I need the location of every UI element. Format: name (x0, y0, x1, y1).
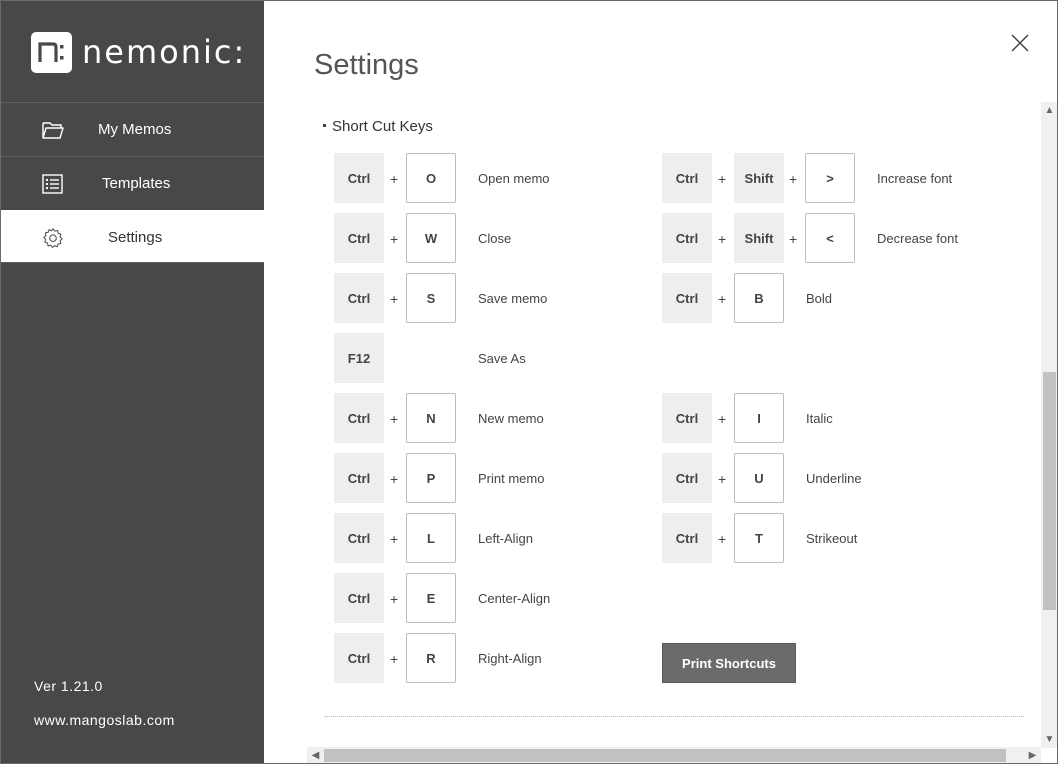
key-t: T (734, 513, 784, 563)
dotted-divider (324, 716, 1024, 717)
plus-sign: + (390, 411, 399, 427)
website-link[interactable]: www.mangoslab.com (34, 712, 175, 728)
shortcut-desc-save-as: Save As (478, 351, 526, 366)
plus-sign: + (390, 531, 399, 547)
plus-sign: + (789, 231, 798, 247)
vertical-scrollbar[interactable]: ▲ ▼ (1041, 102, 1057, 748)
plus-sign: + (718, 531, 727, 547)
app-logo: nemonic: (31, 31, 246, 73)
shortcut-desc-center-align: Center-Align (478, 591, 551, 606)
key-u: U (734, 453, 784, 503)
bullet-dot (323, 123, 326, 127)
horizontal-scroll-thumb[interactable] (324, 749, 1006, 762)
key-n: N (406, 393, 456, 443)
key-l: L (406, 513, 456, 563)
plus-sign: + (390, 231, 399, 247)
sidebar-item-label: Templates (102, 175, 171, 192)
horizontal-scrollbar[interactable]: ◀ ▶ (307, 747, 1041, 763)
sidebar-item-templates[interactable]: Templates (1, 156, 264, 210)
shortcut-desc-save-memo: Save memo (478, 291, 548, 306)
section-title: Short Cut Keys (323, 118, 433, 135)
key-ctrl: Ctrl (334, 513, 384, 563)
plus-sign: + (718, 411, 727, 427)
key-ctrl: Ctrl (662, 213, 712, 263)
shortcut-desc-increase-font: Increase font (877, 171, 953, 186)
sidebar-nav: My Memos Templates Settings (1, 102, 264, 263)
sidebar-item-settings[interactable]: Settings (1, 210, 264, 263)
close-button[interactable] (1008, 31, 1032, 55)
plus-sign: + (718, 231, 727, 247)
key-less-than: < (805, 213, 855, 263)
key-ctrl: Ctrl (662, 453, 712, 503)
key-p: P (406, 453, 456, 503)
key-f12: F12 (334, 333, 384, 383)
main-panel: Settings Short Cut Keys Ctrl + O Open me… (264, 1, 1057, 763)
key-i: I (734, 393, 784, 443)
scroll-up-icon[interactable]: ▲ (1041, 102, 1057, 119)
key-ctrl: Ctrl (334, 213, 384, 263)
scroll-left-icon[interactable]: ◀ (307, 747, 324, 763)
key-ctrl: Ctrl (334, 393, 384, 443)
key-ctrl: Ctrl (334, 153, 384, 203)
sidebar-item-my-memos[interactable]: My Memos (1, 102, 264, 156)
print-shortcuts-button[interactable]: Print Shortcuts (662, 643, 796, 683)
page-title: Settings (314, 49, 419, 81)
shortcut-desc-new-memo: New memo (478, 411, 544, 426)
key-w: W (406, 213, 456, 263)
shortcut-desc-left-align: Left-Align (478, 531, 533, 546)
plus-sign: + (390, 471, 399, 487)
sidebar: nemonic: My Memos Templates Settings Ver… (1, 1, 264, 763)
key-ctrl: Ctrl (662, 273, 712, 323)
shortcut-desc-bold: Bold (806, 291, 833, 306)
sidebar-item-label: Settings (108, 229, 163, 246)
plus-sign: + (718, 471, 727, 487)
app-window: nemonic: My Memos Templates Settings Ver… (0, 0, 1058, 764)
key-shift: Shift (734, 153, 784, 203)
shortcut-desc-open-memo: Open memo (478, 171, 550, 186)
folder-icon (41, 119, 65, 141)
key-ctrl: Ctrl (334, 453, 384, 503)
key-ctrl: Ctrl (662, 393, 712, 443)
plus-sign: + (789, 171, 798, 187)
shortcut-desc-strikeout: Strikeout (806, 531, 858, 546)
close-icon (1011, 34, 1029, 52)
plus-sign: + (718, 171, 727, 187)
plus-sign: + (390, 171, 399, 187)
key-ctrl: Ctrl (334, 573, 384, 623)
plus-sign: + (390, 651, 399, 667)
gear-icon (41, 227, 65, 249)
plus-sign: + (390, 591, 399, 607)
key-e: E (406, 573, 456, 623)
key-ctrl: Ctrl (662, 513, 712, 563)
key-ctrl: Ctrl (334, 273, 384, 323)
key-ctrl: Ctrl (334, 633, 384, 683)
key-r: R (406, 633, 456, 683)
section-title-text: Short Cut Keys (332, 118, 433, 135)
scroll-right-icon[interactable]: ▶ (1024, 747, 1041, 763)
scroll-down-icon[interactable]: ▼ (1041, 731, 1057, 748)
list-icon (41, 173, 65, 195)
shortcut-desc-right-align: Right-Align (478, 651, 542, 666)
key-s: S (406, 273, 456, 323)
key-greater-than: > (805, 153, 855, 203)
vertical-scroll-thumb[interactable] (1043, 372, 1056, 610)
shortcut-desc-print-memo: Print memo (478, 471, 545, 486)
logo-mark-icon (31, 31, 72, 73)
shortcut-desc-decrease-font: Decrease font (877, 231, 958, 246)
plus-sign: + (390, 291, 399, 307)
key-b: B (734, 273, 784, 323)
logo-text: nemonic: (82, 33, 247, 71)
shortcut-desc-close: Close (478, 231, 512, 246)
key-ctrl: Ctrl (662, 153, 712, 203)
shortcut-desc-underline: Underline (806, 471, 862, 486)
sidebar-item-label: My Memos (98, 121, 172, 138)
key-o: O (406, 153, 456, 203)
key-shift: Shift (734, 213, 784, 263)
version-text: Ver 1.21.0 (34, 678, 103, 694)
shortcut-desc-italic: Italic (806, 411, 833, 426)
plus-sign: + (718, 291, 727, 307)
